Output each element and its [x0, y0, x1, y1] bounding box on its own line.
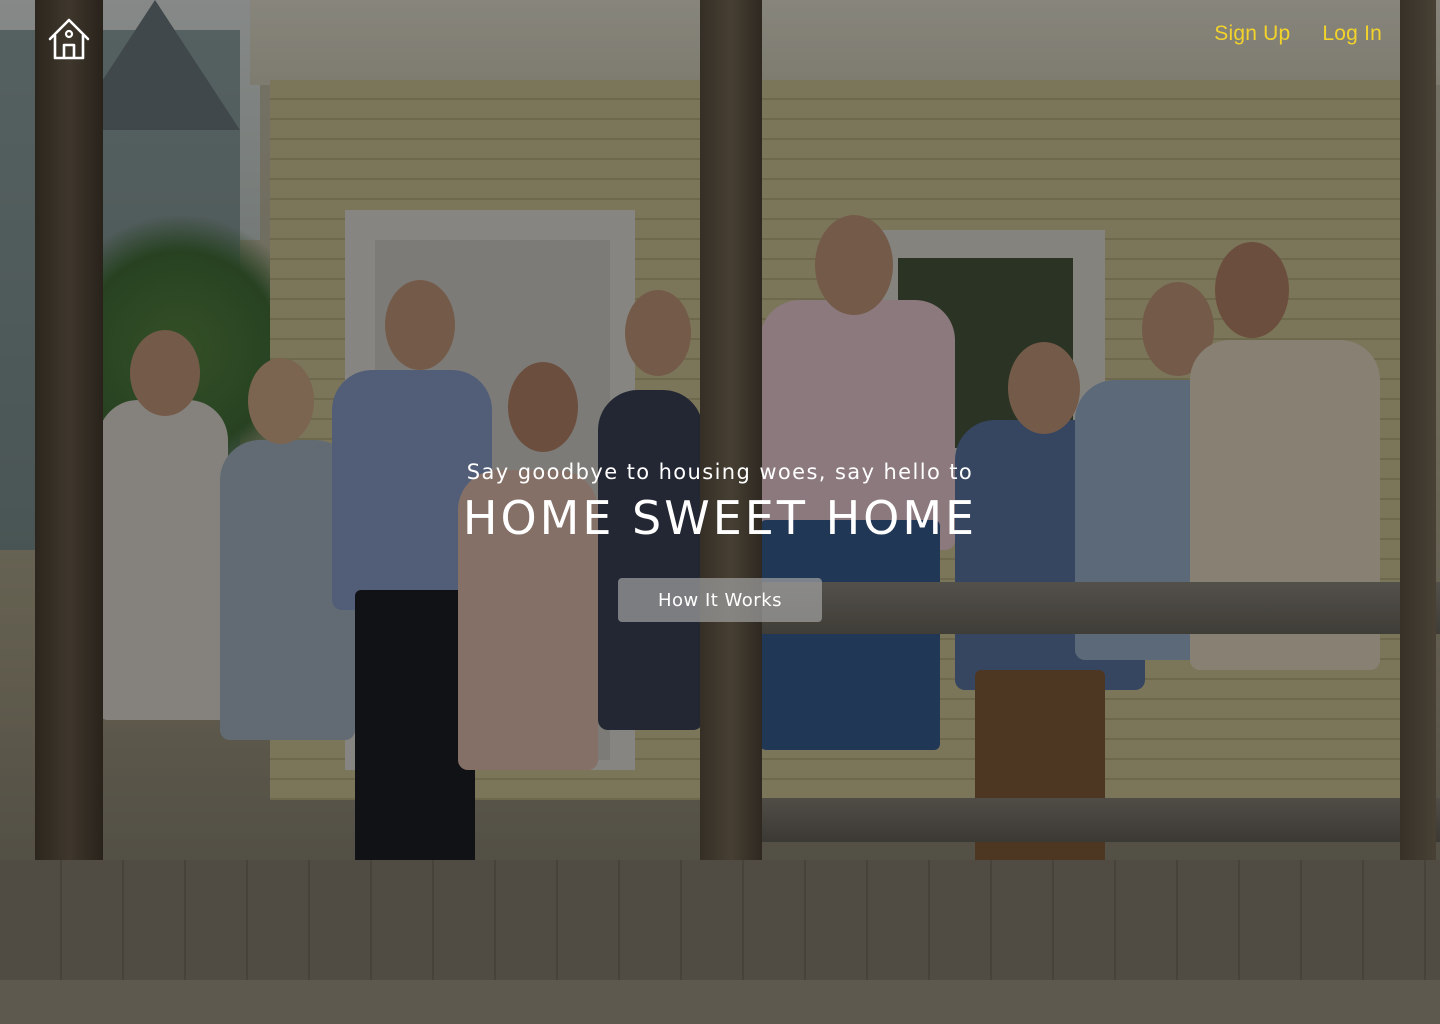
log-in-link[interactable]: Log In	[1322, 22, 1382, 46]
hero-tagline: Say goodbye to housing woes, say hello t…	[466, 460, 974, 484]
how-it-works-button[interactable]: How It Works	[618, 578, 822, 622]
sign-up-link[interactable]: Sign Up	[1214, 22, 1290, 46]
house-outline-icon	[48, 18, 90, 60]
header-nav: Sign Up Log In	[1214, 22, 1382, 46]
hero-section: Sign Up Log In Say goodbye to housing wo…	[0, 0, 1440, 1024]
hero-copy: Say goodbye to housing woes, say hello t…	[0, 456, 1440, 622]
hero-headline: HOME SWEET HOME	[462, 491, 978, 545]
home-link[interactable]	[46, 16, 92, 62]
